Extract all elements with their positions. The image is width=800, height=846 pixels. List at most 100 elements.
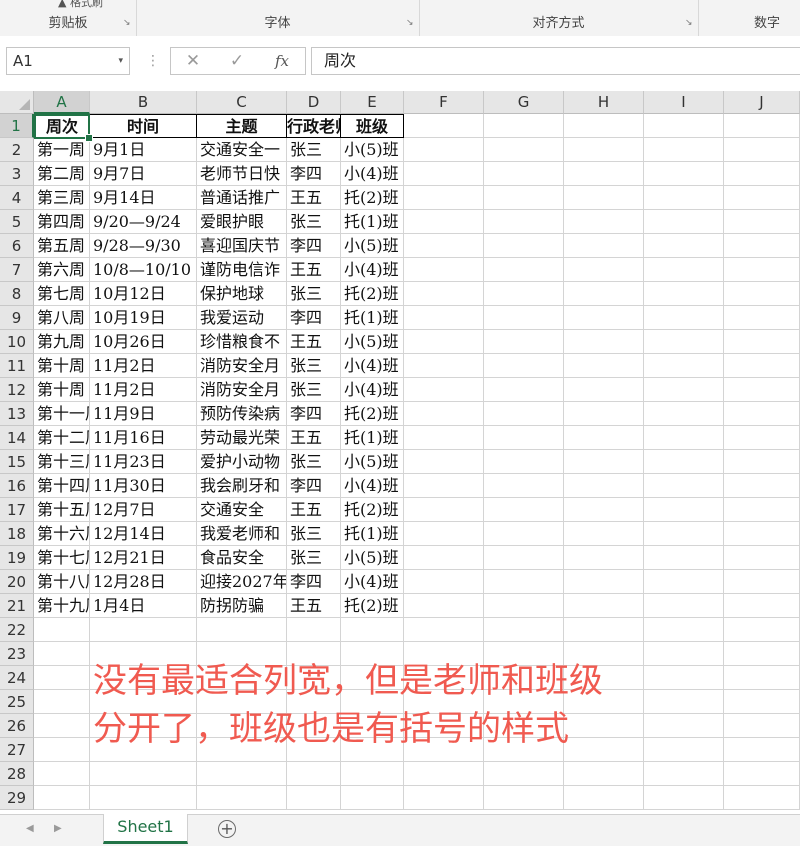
cell-j22[interactable] <box>724 618 800 642</box>
cell-c19[interactable]: 食品安全 <box>197 546 287 570</box>
header-cell-d[interactable]: 行政老师 <box>287 114 341 138</box>
column-header-b[interactable]: B <box>90 91 197 114</box>
cell-f17[interactable] <box>404 498 484 522</box>
cell-e11[interactable]: 小(4)班 <box>341 354 404 378</box>
cell-j3[interactable] <box>724 162 800 186</box>
row-header-15[interactable]: 15 <box>0 450 34 474</box>
cell-b4[interactable]: 9月14日 <box>90 186 197 210</box>
cell-d29[interactable] <box>287 786 341 810</box>
cell-j13[interactable] <box>724 402 800 426</box>
cell-h28[interactable] <box>564 762 644 786</box>
cell-i26[interactable] <box>644 714 724 738</box>
cell-f5[interactable] <box>404 210 484 234</box>
cell-i2[interactable] <box>644 138 724 162</box>
cell-e20[interactable]: 小(4)班 <box>341 570 404 594</box>
cell-j27[interactable] <box>724 738 800 762</box>
cell-i17[interactable] <box>644 498 724 522</box>
cell-a6[interactable]: 第五周 <box>34 234 90 258</box>
cell-a5[interactable]: 第四周 <box>34 210 90 234</box>
cell-f20[interactable] <box>404 570 484 594</box>
cell-h5[interactable] <box>564 210 644 234</box>
cell-c22[interactable] <box>197 618 287 642</box>
cell-g22[interactable] <box>484 618 564 642</box>
cell-g2[interactable] <box>484 138 564 162</box>
cell-d7[interactable]: 王五 <box>287 258 341 282</box>
cell-a17[interactable]: 第十五周 <box>34 498 90 522</box>
cell-d8[interactable]: 张三 <box>287 282 341 306</box>
cell-h11[interactable] <box>564 354 644 378</box>
cell-j29[interactable] <box>724 786 800 810</box>
cell-e21[interactable]: 托(2)班 <box>341 594 404 618</box>
cell-f8[interactable] <box>404 282 484 306</box>
cell-j1[interactable] <box>724 114 800 138</box>
row-header-7[interactable]: 7 <box>0 258 34 282</box>
cell-a13[interactable]: 第十一周 <box>34 402 90 426</box>
cell-f3[interactable] <box>404 162 484 186</box>
cell-f29[interactable] <box>404 786 484 810</box>
cell-a12[interactable]: 第十周 <box>34 378 90 402</box>
cell-d20[interactable]: 李四 <box>287 570 341 594</box>
cell-g3[interactable] <box>484 162 564 186</box>
cell-i8[interactable] <box>644 282 724 306</box>
row-header-24[interactable]: 24 <box>0 666 34 690</box>
cell-h19[interactable] <box>564 546 644 570</box>
row-header-27[interactable]: 27 <box>0 738 34 762</box>
cell-c28[interactable] <box>197 762 287 786</box>
row-header-26[interactable]: 26 <box>0 714 34 738</box>
cell-g12[interactable] <box>484 378 564 402</box>
row-header-28[interactable]: 28 <box>0 762 34 786</box>
cell-j12[interactable] <box>724 378 800 402</box>
header-cell-e[interactable]: 班级 <box>341 114 404 138</box>
cell-e8[interactable]: 托(2)班 <box>341 282 404 306</box>
cell-e6[interactable]: 小(5)班 <box>341 234 404 258</box>
cell-j5[interactable] <box>724 210 800 234</box>
column-header-c[interactable]: C <box>197 91 287 114</box>
cell-d19[interactable]: 张三 <box>287 546 341 570</box>
cell-d28[interactable] <box>287 762 341 786</box>
cell-j17[interactable] <box>724 498 800 522</box>
cell-g5[interactable] <box>484 210 564 234</box>
row-header-6[interactable]: 6 <box>0 234 34 258</box>
cell-i9[interactable] <box>644 306 724 330</box>
cell-e4[interactable]: 托(2)班 <box>341 186 404 210</box>
cell-b11[interactable]: 11月2日 <box>90 354 197 378</box>
cell-b5[interactable]: 9/20—9/24 <box>90 210 197 234</box>
cell-i21[interactable] <box>644 594 724 618</box>
cell-f7[interactable] <box>404 258 484 282</box>
cell-e12[interactable]: 小(4)班 <box>341 378 404 402</box>
cell-f2[interactable] <box>404 138 484 162</box>
cell-g29[interactable] <box>484 786 564 810</box>
cell-j28[interactable] <box>724 762 800 786</box>
row-header-19[interactable]: 19 <box>0 546 34 570</box>
cell-g13[interactable] <box>484 402 564 426</box>
row-header-14[interactable]: 14 <box>0 426 34 450</box>
cell-a9[interactable]: 第八周 <box>34 306 90 330</box>
cell-b2[interactable]: 9月1日 <box>90 138 197 162</box>
cell-a29[interactable] <box>34 786 90 810</box>
cell-g1[interactable] <box>484 114 564 138</box>
cell-a25[interactable] <box>34 690 90 714</box>
cell-i4[interactable] <box>644 186 724 210</box>
cell-b7[interactable]: 10/8—10/10 <box>90 258 197 282</box>
sheet-tab-sheet1[interactable]: Sheet1 <box>103 814 188 844</box>
cell-i22[interactable] <box>644 618 724 642</box>
cell-f15[interactable] <box>404 450 484 474</box>
cancel-icon[interactable]: ✕ <box>179 50 207 72</box>
cell-a20[interactable]: 第十八周 <box>34 570 90 594</box>
cell-b29[interactable] <box>90 786 197 810</box>
cell-d22[interactable] <box>287 618 341 642</box>
cell-j21[interactable] <box>724 594 800 618</box>
cell-c11[interactable]: 消防安全月 <box>197 354 287 378</box>
cell-e10[interactable]: 小(5)班 <box>341 330 404 354</box>
cell-i12[interactable] <box>644 378 724 402</box>
cell-g9[interactable] <box>484 306 564 330</box>
row-header-8[interactable]: 8 <box>0 282 34 306</box>
cell-h8[interactable] <box>564 282 644 306</box>
row-header-9[interactable]: 9 <box>0 306 34 330</box>
row-header-4[interactable]: 4 <box>0 186 34 210</box>
cell-e18[interactable]: 托(1)班 <box>341 522 404 546</box>
cell-g21[interactable] <box>484 594 564 618</box>
cell-d18[interactable]: 张三 <box>287 522 341 546</box>
row-header-18[interactable]: 18 <box>0 522 34 546</box>
cell-i6[interactable] <box>644 234 724 258</box>
